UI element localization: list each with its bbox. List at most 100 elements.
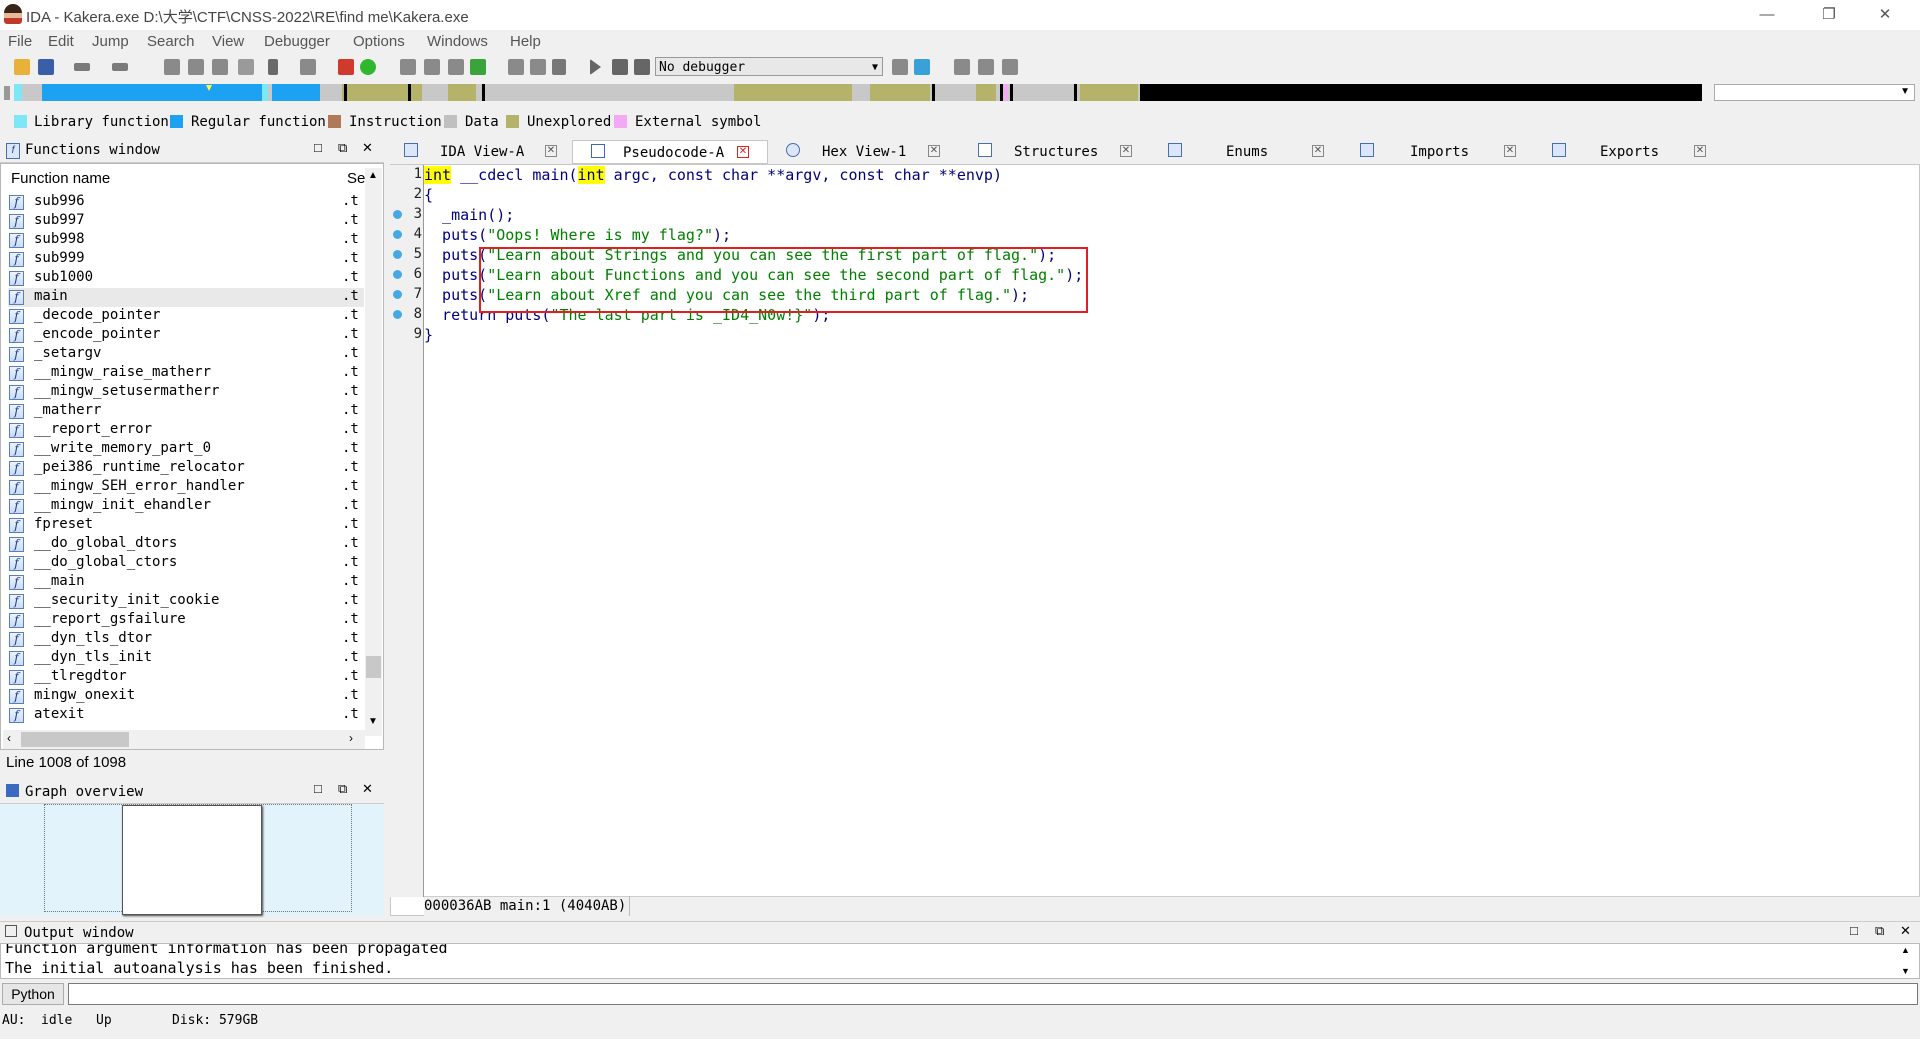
function-row[interactable]: f fpreset .t	[8, 516, 364, 535]
function-row[interactable]: f __do_global_dtors .t	[8, 535, 364, 554]
menu-edit[interactable]: Edit	[48, 33, 74, 50]
code-line[interactable]: int __cdecl main(int argc, const char **…	[424, 166, 1002, 184]
nav-segment-select[interactable]: ▼	[1714, 84, 1915, 101]
code-line[interactable]: {	[424, 186, 433, 204]
function-name-column-header[interactable]: Function name	[11, 170, 110, 187]
breakpoint-marker[interactable]	[393, 290, 402, 299]
menu-windows[interactable]: Windows	[427, 33, 488, 50]
menu-help[interactable]: Help	[510, 33, 541, 50]
nav-handle[interactable]	[4, 86, 10, 100]
graph-overview-viewport[interactable]	[122, 805, 262, 915]
close-window-button[interactable]: ✕	[1862, 0, 1908, 30]
function-row[interactable]: f __dyn_tls_dtor .t	[8, 630, 364, 649]
data-icon[interactable]	[424, 59, 440, 75]
function-row[interactable]: f sub999 .t	[8, 250, 364, 269]
array-icon[interactable]	[530, 59, 546, 75]
tab-enums[interactable]: Enums ✕	[1160, 140, 1336, 164]
debugger-select[interactable]: No debugger ▼	[655, 57, 883, 76]
function-row[interactable]: f sub998 .t	[8, 231, 364, 250]
function-row[interactable]: f sub996 .t	[8, 193, 364, 212]
menu-search[interactable]: Search	[147, 33, 195, 50]
save-icon[interactable]	[38, 59, 54, 75]
scroll-up-icon[interactable]: ▲	[368, 170, 378, 181]
functions-window-close[interactable]: ✕	[362, 140, 373, 156]
function-row[interactable]: f sub997 .t	[8, 212, 364, 231]
back-arrow-icon[interactable]	[74, 63, 90, 71]
code-line[interactable]: }	[424, 326, 433, 344]
align-icon[interactable]	[508, 59, 524, 75]
binocular-search-icon[interactable]	[164, 59, 180, 75]
search-text-icon[interactable]	[188, 59, 204, 75]
function-row[interactable]: f mingw_onexit .t	[8, 687, 364, 706]
search-binary-icon[interactable]	[212, 59, 228, 75]
tab-pseudocode-a[interactable]: Pseudocode-A ✕	[572, 140, 768, 164]
function-row[interactable]: f sub1000 .t	[8, 269, 364, 288]
output-window-close[interactable]: ✕	[1900, 923, 1911, 939]
menu-view[interactable]: View	[212, 33, 244, 50]
menu-file[interactable]: File	[8, 33, 32, 50]
forward-arrow-icon[interactable]	[112, 63, 128, 71]
output-scroll-down-icon[interactable]: ▼	[1901, 966, 1910, 976]
output-log[interactable]: Function argument information has been p…	[0, 943, 1920, 979]
tab-close-icon[interactable]: ✕	[1504, 145, 1516, 157]
output-scroll-up-icon[interactable]: ▲	[1901, 945, 1910, 955]
tab-close-icon[interactable]: ✕	[1312, 145, 1324, 157]
graph-overview-canvas[interactable]	[0, 804, 384, 916]
minimize-button[interactable]: —	[1744, 0, 1790, 30]
function-row[interactable]: f _pei386_runtime_relocator .t	[8, 459, 364, 478]
tab-close-icon[interactable]: ✕	[928, 145, 940, 157]
refresh-icon[interactable]	[914, 59, 930, 75]
code-line[interactable]: _main();	[424, 206, 514, 224]
tab-hex-view-1[interactable]: Hex View-1 ✕	[772, 140, 948, 164]
functions-vertical-scrollbar[interactable]: ▲ ▼	[365, 168, 382, 736]
stop-icon[interactable]	[634, 59, 650, 75]
green-circle-icon[interactable]	[360, 59, 376, 75]
function-row[interactable]: f _encode_pointer .t	[8, 326, 364, 345]
tab-structures[interactable]: Structures ✕	[966, 140, 1142, 164]
function-row[interactable]: f _matherr .t	[8, 402, 364, 421]
function-row[interactable]: f __report_error .t	[8, 421, 364, 440]
function-row[interactable]: f __tlregdtor .t	[8, 668, 364, 687]
function-row[interactable]: f main .t	[8, 288, 364, 307]
function-row[interactable]: f __main .t	[8, 573, 364, 592]
menu-debugger[interactable]: Debugger	[264, 33, 330, 50]
tab-close-icon[interactable]: ✕	[1694, 145, 1706, 157]
script-icon[interactable]	[300, 59, 316, 75]
search-next-icon[interactable]	[238, 59, 254, 75]
function-row[interactable]: f _setargv .t	[8, 345, 364, 364]
function-row[interactable]: f __security_init_cookie .t	[8, 592, 364, 611]
function-row[interactable]: f __dyn_tls_init .t	[8, 649, 364, 668]
python-button[interactable]: Python	[2, 983, 64, 1005]
function-row[interactable]: f __write_memory_part_0 .t	[8, 440, 364, 459]
open-file-icon[interactable]	[14, 59, 30, 75]
segment-column-header[interactable]: Se	[347, 170, 365, 187]
undefine-x-icon[interactable]	[552, 59, 566, 75]
restore-button[interactable]: ❐	[1806, 0, 1852, 30]
scroll-right-icon[interactable]: ›	[349, 731, 353, 745]
function-row[interactable]: f atexit .t	[8, 706, 364, 725]
function-row[interactable]: f __mingw_setusermatherr .t	[8, 383, 364, 402]
struct-icon[interactable]	[448, 59, 464, 75]
graph-icon[interactable]	[954, 59, 970, 75]
tab-ida-view-a[interactable]: IDA View-A ✕	[392, 140, 568, 164]
function-row[interactable]: f __mingw_init_ehandler .t	[8, 497, 364, 516]
navigation-band[interactable]	[14, 84, 1702, 101]
menu-options[interactable]: Options	[353, 33, 405, 50]
jump-up-icon[interactable]	[268, 59, 278, 75]
tab-exports[interactable]: Exports ✕	[1540, 140, 1716, 164]
h-scroll-thumb[interactable]	[21, 732, 129, 747]
code-line[interactable]: puts("Oops! Where is my flag?");	[424, 226, 731, 244]
functions-window-maximize[interactable]: □	[314, 140, 322, 155]
function-row[interactable]: f _decode_pointer .t	[8, 307, 364, 326]
breakpoint-marker[interactable]	[393, 310, 402, 319]
scroll-left-icon[interactable]: ‹	[7, 731, 11, 745]
add-icon[interactable]	[470, 59, 486, 75]
breakpoint-marker[interactable]	[393, 210, 402, 219]
breakpoint-marker[interactable]	[393, 230, 402, 239]
graph-overview-close[interactable]: ✕	[362, 781, 373, 797]
output-window-float[interactable]: ⧉	[1875, 923, 1884, 939]
tab-close-icon[interactable]: ✕	[1120, 145, 1132, 157]
flowchart-icon[interactable]	[1002, 59, 1018, 75]
breakpoint-marker[interactable]	[393, 250, 402, 259]
function-row[interactable]: f __do_global_ctors .t	[8, 554, 364, 573]
